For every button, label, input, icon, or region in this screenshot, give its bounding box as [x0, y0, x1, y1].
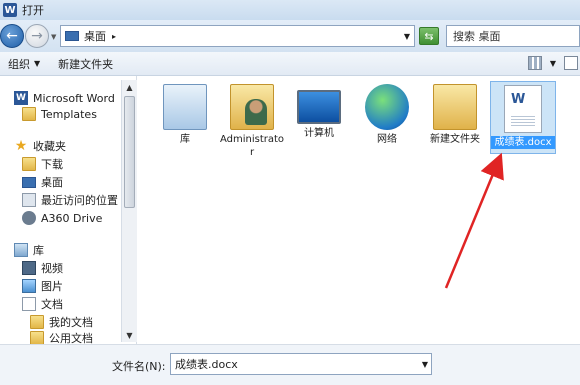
sidebar-item-label: A360 Drive — [41, 211, 103, 225]
annotation-arrow — [444, 152, 504, 289]
sidebar-item-recent-places[interactable]: 最近访问的位置 — [22, 191, 118, 209]
folder-icon — [30, 331, 44, 345]
toolbar: 组织 ▼ 新建文件夹 ▼ — [0, 52, 580, 76]
history-dropdown-icon[interactable]: ▼ — [51, 33, 56, 41]
sidebar-item-desktop[interactable]: 桌面 — [22, 173, 63, 191]
filename-label: 文件名(N): — [112, 360, 166, 373]
navigation-pane: W Microsoft Word Templates ★ 收藏夹 下载 桌面 最… — [0, 76, 137, 345]
sidebar-item-templates[interactable]: Templates — [22, 105, 97, 123]
forward-button[interactable]: → — [25, 24, 49, 48]
sidebar-item-label: 图片 — [41, 280, 63, 293]
sidebar-item-label: Microsoft Word — [33, 91, 115, 105]
search-placeholder: 搜索 桌面 — [453, 30, 501, 43]
folder-icon — [22, 157, 36, 171]
chevron-down-icon[interactable]: ▼ — [550, 59, 556, 68]
scroll-down-icon[interactable]: ▼ — [122, 328, 137, 342]
sidebar-item-a360-drive[interactable]: A360 Drive — [22, 209, 102, 227]
sidebar-item-videos[interactable]: 视频 — [22, 259, 63, 277]
sidebar-item-label: 下载 — [41, 158, 63, 171]
chevron-down-icon[interactable]: ▼ — [404, 32, 410, 41]
address-path[interactable]: 桌面 — [84, 28, 106, 44]
sidebar-item-label: 桌面 — [41, 176, 63, 189]
sidebar-item-label: Templates — [41, 107, 97, 121]
new-folder-label: 新建文件夹 — [58, 57, 114, 71]
desktop-icon — [22, 176, 36, 188]
a360-icon — [22, 211, 36, 225]
sidebar-item-label: 库 — [33, 244, 44, 257]
organize-label: 组织 — [8, 57, 30, 71]
sidebar-item-label: 收藏夹 — [33, 140, 66, 153]
document-icon — [22, 297, 36, 311]
address-bar[interactable]: 桌面 ▸ ▼ — [60, 25, 415, 47]
sidebar-item-documents[interactable]: 文档 — [22, 295, 63, 313]
back-button[interactable]: ← — [0, 24, 24, 48]
bottom-bar: 文件名(N): 成绩表.docx ▼ — [0, 344, 580, 385]
sidebar-item-label: 最近访问的位置 — [41, 194, 118, 207]
library-icon — [14, 243, 28, 257]
word-icon: W — [14, 91, 28, 105]
new-folder-button[interactable]: 新建文件夹 — [58, 56, 113, 72]
sidebar-item-pictures[interactable]: 图片 — [22, 277, 63, 295]
folder-icon — [22, 107, 36, 121]
filename-input[interactable]: 成绩表.docx ▼ — [170, 353, 432, 375]
picture-icon — [22, 279, 36, 293]
video-icon — [22, 261, 36, 275]
chevron-down-icon[interactable]: ▼ — [422, 360, 428, 369]
folder-icon — [30, 315, 44, 329]
address-row: ← → ▼ 桌面 ▸ ▼ ⇆ 搜索 桌面 — [0, 20, 580, 52]
scroll-thumb[interactable] — [124, 96, 135, 208]
search-input[interactable]: 搜索 桌面 — [446, 25, 580, 47]
title-bar: W 打开 — [0, 0, 580, 20]
recent-places-icon — [22, 193, 36, 207]
preview-pane-icon[interactable] — [564, 56, 578, 70]
sidebar-item-label: 视频 — [41, 262, 63, 275]
star-icon: ★ — [14, 138, 28, 154]
chevron-down-icon: ▼ — [34, 59, 41, 68]
sidebar-item-label: 我的文档 — [49, 316, 93, 329]
window-title: 打开 — [22, 4, 44, 17]
file-list: 库 Administrator 计算机 网络 新建文件夹 W 成绩表.docx — [138, 76, 580, 344]
sidebar-item-libraries[interactable]: 库 — [14, 241, 44, 259]
chevron-right-icon[interactable]: ▸ — [112, 32, 116, 41]
sidebar-scrollbar[interactable]: ▲ ▼ — [121, 80, 137, 342]
desktop-icon — [65, 31, 79, 41]
scroll-up-icon[interactable]: ▲ — [122, 80, 137, 94]
sidebar-item-downloads[interactable]: 下载 — [22, 155, 63, 173]
refresh-button[interactable]: ⇆ — [419, 27, 439, 45]
word-icon: W — [3, 3, 17, 17]
sidebar-item-favorites[interactable]: ★ 收藏夹 — [14, 137, 66, 155]
sidebar-item-label: 文档 — [41, 298, 63, 311]
view-icon[interactable] — [527, 56, 542, 70]
organize-button[interactable]: 组织 ▼ — [8, 56, 40, 72]
filename-value[interactable]: 成绩表.docx — [175, 356, 238, 372]
